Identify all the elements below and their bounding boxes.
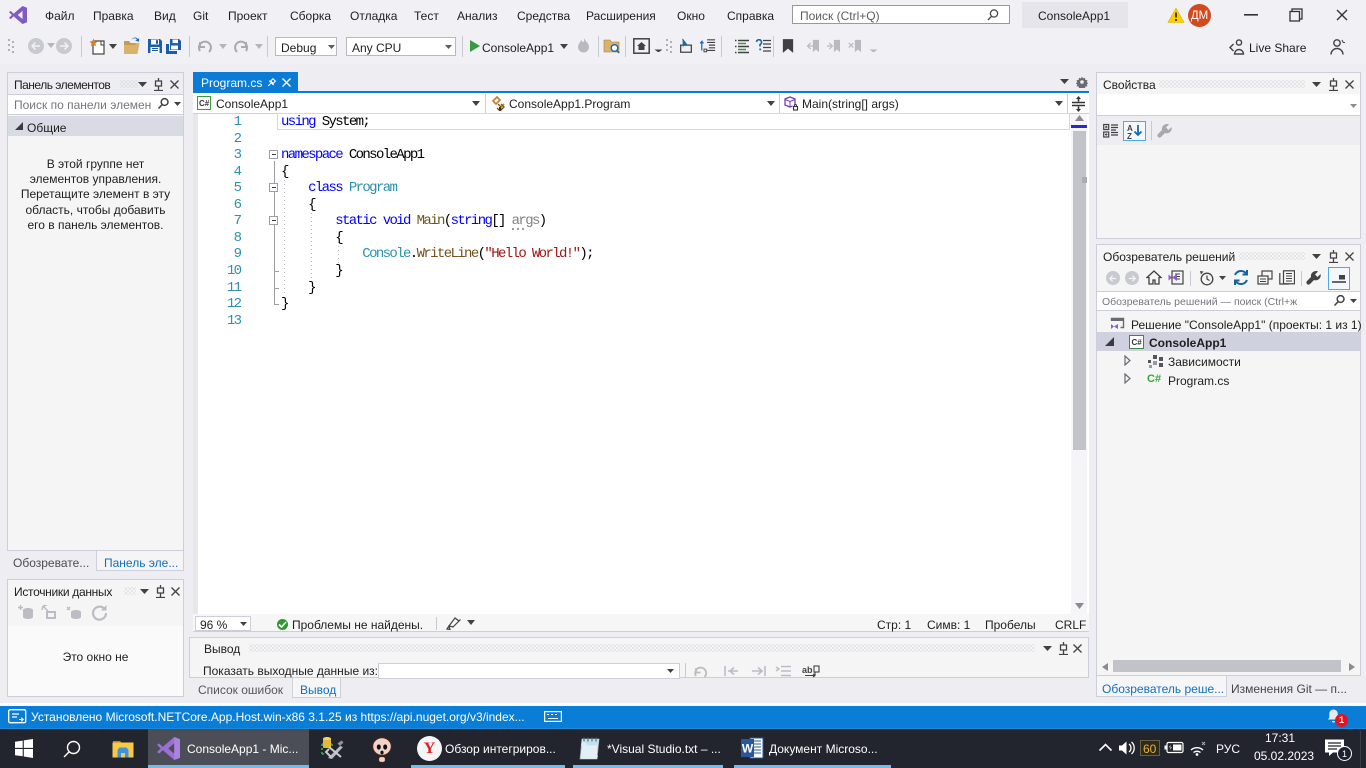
svg-text:ab: ab: [802, 665, 813, 675]
svg-text:W: W: [742, 742, 754, 756]
svg-text:Z: Z: [1127, 132, 1132, 139]
